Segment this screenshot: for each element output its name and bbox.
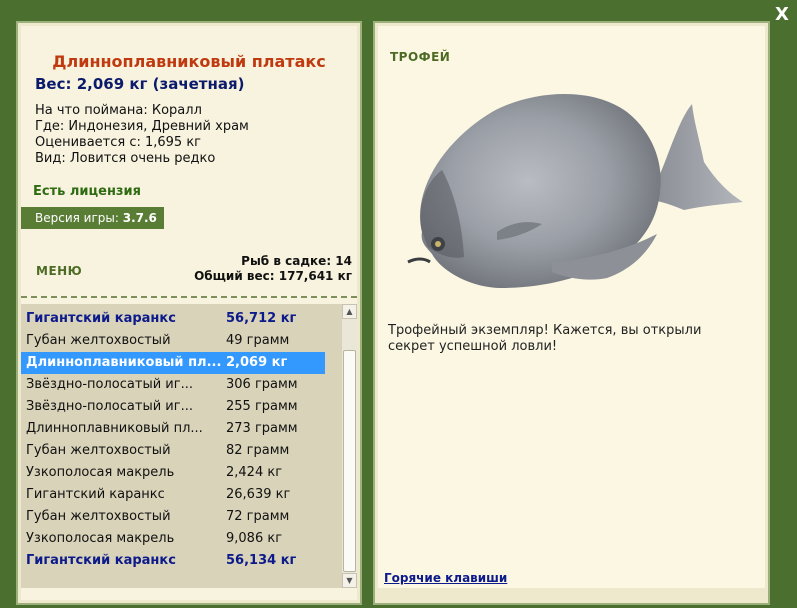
fish-weight: Вес: 2,069 кг (зачетная): [35, 75, 245, 93]
fish-info-inner: Длиннoплавниковый платакс Вес: 2,069 кг …: [21, 26, 357, 600]
scroll-down-arrow-icon[interactable]: ▼: [342, 573, 357, 588]
catch-list-row[interactable]: Длиннoплавниковый пл... 2,069 кг: [21, 352, 325, 374]
catch-fish-name: Губан желтохвостый: [26, 509, 171, 524]
catch-fish-name: Звёздно-полосатый иг...: [26, 399, 193, 414]
trophy-inner: ТРОФЕЙ Трофейный экземпляр! Кажется, вы …: [378, 26, 765, 588]
version-value: 3.7.6: [122, 211, 157, 225]
catch-fish-name: Узкополосая макрель: [26, 531, 175, 546]
version-bar: Версия игры: 3.7.6: [21, 207, 164, 229]
dashed-divider: [21, 296, 357, 298]
catch-fish-name: Длиннoплавниковый пл...: [26, 421, 203, 436]
hotkeys-link[interactable]: Горячие клавиши: [384, 571, 507, 585]
scroll-thumb[interactable]: [343, 350, 356, 572]
catch-fish-weight: 255 грамм: [226, 399, 298, 414]
catch-fish-weight: 9,086 кг: [226, 531, 283, 546]
catch-list-row[interactable]: Узкополосая макрель 2,424 кг: [21, 462, 325, 484]
fish-image: [407, 93, 743, 288]
caught-on-text: На что поймана: Коралл: [35, 103, 202, 118]
catch-list-row[interactable]: Гигантский каранкс 56,712 кг: [21, 308, 325, 330]
catch-list-row[interactable]: Звёздно-полосатый иг... 255 грамм: [21, 396, 325, 418]
close-button[interactable]: X: [772, 4, 792, 26]
total-weight: Общий вес: 177,641 кг: [194, 269, 352, 283]
location-text: Где: Индонезия, Древний храм: [35, 119, 249, 134]
catch-list-row[interactable]: Гигантский каранкс 56,134 кг: [21, 550, 325, 572]
catch-fish-weight: 56,134 кг: [226, 553, 297, 568]
catch-list-row[interactable]: Губан желтохвостый 49 грамм: [21, 330, 325, 352]
catch-fish-name: Губан желтохвостый: [26, 333, 171, 348]
catch-fish-weight: 273 грамм: [226, 421, 298, 436]
license-status: Есть лицензия: [33, 184, 141, 199]
catch-fish-name: Губан желтохвостый: [26, 443, 171, 458]
catch-list-row[interactable]: Губан желтохвостый 72 грамм: [21, 506, 325, 528]
catch-fish-weight: 306 грамм: [226, 377, 298, 392]
catch-fish-name: Узкополосая макрель: [26, 465, 175, 480]
catch-fish-name: Гигантский каранкс: [26, 487, 165, 502]
catch-list-row[interactable]: Длиннoплавниковый пл... 273 грамм: [21, 418, 325, 440]
catch-list[interactable]: ▲ ▼ Гигантский каранкс 56,712 кг Губан жел…: [21, 304, 357, 588]
catch-fish-weight: 72 грамм: [226, 509, 290, 524]
catch-fish-weight: 49 грамм: [226, 333, 290, 348]
catch-fish-name: Звёздно-полосатый иг...: [26, 377, 193, 392]
catch-list-row[interactable]: Губан желтохвостый 82 грамм: [21, 440, 325, 462]
rarity-text: Вид: Ловится очень редко: [35, 151, 216, 166]
fish-count: Рыб в садке: 14: [241, 254, 352, 268]
trophy-heading: ТРОФЕЙ: [390, 50, 451, 64]
catch-list-row[interactable]: Звёздно-полосатый иг... 306 грамм: [21, 374, 325, 396]
catch-fish-weight: 2,069 кг: [226, 355, 288, 370]
catch-list-row[interactable]: Узкополосая макрель 9,086 кг: [21, 528, 325, 550]
keepnet-stats: Рыб в садке: 14 Общий вес: 177,641 кг: [194, 254, 352, 284]
catch-fish-name: Гигантский каранкс: [26, 553, 176, 568]
menu-button[interactable]: МЕНЮ: [36, 264, 82, 278]
trophy-panel: ТРОФЕЙ Трофейный экземпляр! Кажется, вы …: [370, 18, 773, 608]
catch-fish-weight: 26,639 кг: [226, 487, 291, 502]
catch-fish-name: Длиннoплавниковый пл...: [26, 355, 222, 370]
scroll-up-arrow-icon[interactable]: ▲: [342, 304, 357, 319]
catch-fish-weight: 2,424 кг: [226, 465, 283, 480]
list-scrollbar[interactable]: ▲ ▼: [342, 304, 357, 588]
catch-fish-weight: 56,712 кг: [226, 311, 297, 326]
trophy-message: Трофейный экземпляр! Кажется, вы открыли…: [388, 323, 702, 354]
fish-info-panel: Длиннoплавниковый платакс Вес: 2,069 кг …: [13, 18, 365, 608]
valued-from-text: Оценивается с: 1,695 кг: [35, 135, 202, 150]
catch-fish-name: Гигантский каранкс: [26, 311, 176, 326]
catch-list-row[interactable]: Гигантский каранкс 26,639 кг: [21, 484, 325, 506]
version-label: Версия игры:: [35, 211, 119, 225]
catch-fish-weight: 82 грамм: [226, 443, 290, 458]
fish-name-title: Длиннoплавниковый платакс: [52, 52, 326, 71]
